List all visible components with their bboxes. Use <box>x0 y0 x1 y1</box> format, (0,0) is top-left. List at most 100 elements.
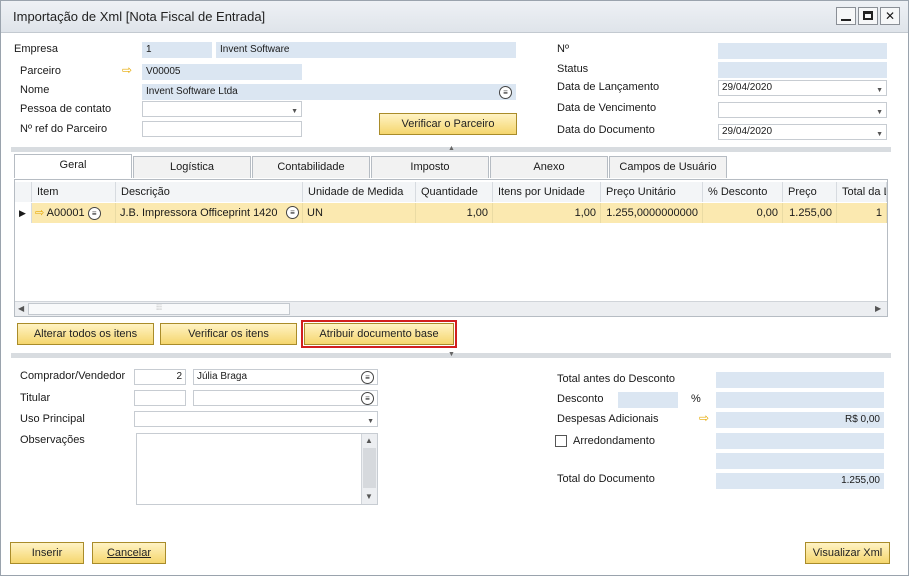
horizontal-scrollbar[interactable]: ◀ ⁞⁞⁞ ▶ <box>15 301 887 316</box>
despesas-label: Despesas Adicionais <box>557 413 659 425</box>
lancamento-field[interactable]: 29/04/2020 ▼ <box>718 80 887 96</box>
cell-desconto[interactable]: 0,00 <box>703 203 783 223</box>
comprador-name-value: Júlia Braga <box>197 371 248 382</box>
col-unidade[interactable]: Unidade de Medida <box>303 182 416 202</box>
tab-logistica[interactable]: Logística <box>133 156 251 178</box>
uso-principal-label: Uso Principal <box>20 413 85 425</box>
vencimento-field[interactable]: ▼ <box>718 102 887 118</box>
item-code: A00001 <box>46 207 85 219</box>
col-descricao[interactable]: Descrição <box>116 182 303 202</box>
col-desconto[interactable]: % Desconto <box>703 182 783 202</box>
inserir-button[interactable]: Inserir <box>10 542 84 564</box>
tab-campos-usuario[interactable]: Campos de Usuário <box>609 156 727 178</box>
maximize-button[interactable] <box>858 7 878 25</box>
collapse-icon: ▲ <box>448 145 455 152</box>
empresa-code-field[interactable]: 1 <box>142 42 212 58</box>
choose-list-icon[interactable]: ≡ <box>361 392 374 405</box>
vertical-scrollbar[interactable]: ▲ ▼ <box>361 434 377 504</box>
comprador-code-field[interactable]: 2 <box>134 369 186 385</box>
footer-splitter[interactable]: ▼ <box>11 351 891 358</box>
observacoes-label: Observações <box>20 434 85 446</box>
parceiro-field[interactable]: V00005 <box>142 64 302 80</box>
total-documento-field[interactable]: 1.255,00 <box>716 473 884 489</box>
choose-list-icon[interactable]: ≡ <box>87 206 101 220</box>
tab-imposto[interactable]: Imposto <box>371 156 489 178</box>
col-item[interactable]: Item <box>32 182 116 202</box>
scrollbar-thumb[interactable]: ⁞⁞⁞ <box>28 303 290 315</box>
comprador-name-field[interactable]: Júlia Braga ≡ <box>193 369 378 385</box>
tab-contabilidade[interactable]: Contabilidade <box>252 156 370 178</box>
cell-itens-unidade[interactable]: 1,00 <box>493 203 601 223</box>
header-splitter[interactable]: ▲ <box>11 145 891 152</box>
arredondamento-checkbox[interactable] <box>555 435 567 447</box>
title-bar: Importação de Xml [Nota Fiscal de Entrad… <box>1 1 908 33</box>
empresa-name-field[interactable]: Invent Software <box>216 42 516 58</box>
documento-field[interactable]: 29/04/2020 ▼ <box>718 124 887 140</box>
titular-label: Titular <box>20 392 51 404</box>
alterar-todos-button[interactable]: Alterar todos os itens <box>17 323 154 345</box>
numero-field[interactable] <box>718 43 887 59</box>
nref-label: Nº ref do Parceiro <box>20 123 108 135</box>
uso-principal-select[interactable]: ▼ <box>134 411 378 427</box>
verificar-itens-button[interactable]: Verificar os itens <box>160 323 297 345</box>
chevron-down-icon: ▼ <box>876 87 883 94</box>
status-field[interactable] <box>718 62 887 78</box>
chevron-down-icon: ▼ <box>876 109 883 116</box>
tab-anexo[interactable]: Anexo <box>490 156 608 178</box>
status-label: Status <box>557 63 589 75</box>
desconto-label: Desconto <box>557 393 604 405</box>
minimize-button[interactable] <box>836 7 856 25</box>
percent-sign: % <box>691 393 701 405</box>
pessoa-contato-select[interactable]: ▼ <box>142 101 302 117</box>
despesas-field[interactable]: R$ 0,00 <box>716 412 884 428</box>
arredondamento-label: Arredondamento <box>573 435 655 447</box>
cell-unidade[interactable]: UN <box>303 203 416 223</box>
arredondamento-field[interactable] <box>716 433 884 449</box>
cell-item[interactable]: ⇨ A00001 ≡ <box>32 203 116 223</box>
col-preco[interactable]: Preço <box>783 182 837 202</box>
choose-list-icon[interactable]: ≡ <box>499 86 512 99</box>
extra-field[interactable] <box>716 453 884 469</box>
cell-preco-unitario[interactable]: 1.255,0000000000 <box>601 203 703 223</box>
total-antes-field[interactable] <box>716 372 884 388</box>
choose-list-icon[interactable]: ≡ <box>286 206 299 219</box>
nome-field[interactable]: Invent Software Ltda ≡ <box>142 84 516 100</box>
verificar-parceiro-button[interactable]: Verificar o Parceiro <box>379 113 517 135</box>
documento-label: Data do Documento <box>557 124 655 136</box>
chevron-down-icon: ▼ <box>291 108 298 115</box>
link-arrow-icon[interactable]: ⇨ <box>122 63 132 77</box>
col-preco-unitario[interactable]: Preço Unitário <box>601 182 703 202</box>
row-selector-icon[interactable]: ▶ <box>15 203 32 223</box>
col-total[interactable]: Total da L <box>837 182 887 202</box>
choose-list-icon[interactable]: ≡ <box>361 371 374 384</box>
tab-geral[interactable]: Geral <box>14 154 132 178</box>
visualizar-xml-button[interactable]: Visualizar Xml <box>805 542 890 564</box>
scroll-up-icon[interactable]: ▲ <box>365 436 373 445</box>
nome-value: Invent Software Ltda <box>146 86 238 97</box>
desconto-value-field[interactable] <box>716 392 884 408</box>
cell-total[interactable]: 1 <box>837 203 887 223</box>
titular-name-field[interactable]: ≡ <box>193 390 378 406</box>
lancamento-label: Data de Lançamento <box>557 81 660 93</box>
desconto-pct-field[interactable] <box>618 392 678 408</box>
col-itens-unidade[interactable]: Itens por Unidade <box>493 182 601 202</box>
comprador-label: Comprador/Vendedor <box>20 370 126 382</box>
close-button[interactable]: ✕ <box>880 7 900 25</box>
col-quantidade[interactable]: Quantidade <box>416 182 493 202</box>
cell-quantidade[interactable]: 1,00 <box>416 203 493 223</box>
scroll-down-icon[interactable]: ▼ <box>365 492 373 501</box>
nref-field[interactable] <box>142 121 302 137</box>
pessoa-contato-label: Pessoa de contato <box>20 103 112 115</box>
scroll-left-icon[interactable]: ◀ <box>18 304 24 313</box>
atribuir-documento-base-button[interactable]: Atribuir documento base <box>301 320 457 348</box>
cell-preco[interactable]: 1.255,00 <box>783 203 837 223</box>
cancel-button[interactable]: Cancelar <box>92 542 166 564</box>
cell-descricao[interactable]: J.B. Impressora Officeprint 1420 ≡ <box>116 203 303 223</box>
link-arrow-icon[interactable]: ⇨ <box>699 411 709 425</box>
chevron-down-icon: ▼ <box>367 418 374 425</box>
observacoes-textarea[interactable]: ▲ ▼ <box>136 433 378 505</box>
link-arrow-icon[interactable]: ⇨ <box>35 207 44 219</box>
scrollbar-track[interactable] <box>363 448 376 488</box>
scroll-right-icon[interactable]: ▶ <box>875 304 881 313</box>
titular-code-field[interactable] <box>134 390 186 406</box>
